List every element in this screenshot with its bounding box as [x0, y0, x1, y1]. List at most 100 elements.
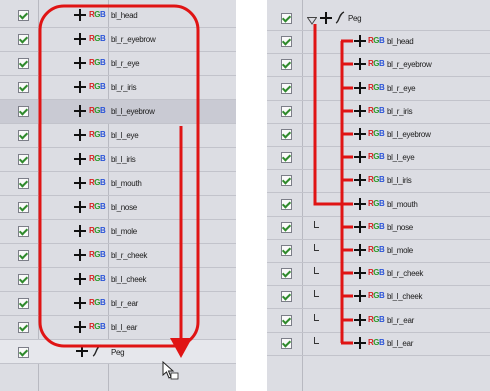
layer-enable-checkbox[interactable]: [18, 106, 29, 117]
layer-row[interactable]: RGB bl_l_cheek: [0, 268, 236, 292]
layer-row[interactable]: RGB bl_head: [0, 4, 236, 28]
plus-icon[interactable]: [74, 81, 86, 93]
plus-icon[interactable]: [76, 345, 88, 357]
layer-row[interactable]: RGB bl_mole: [267, 239, 490, 263]
plus-icon[interactable]: [74, 153, 86, 165]
plus-icon[interactable]: [74, 321, 86, 333]
plus-icon[interactable]: [354, 244, 366, 256]
plus-icon[interactable]: [74, 249, 86, 261]
layer-row[interactable]: RGB bl_l_cheek: [267, 285, 490, 309]
plus-icon[interactable]: [74, 297, 86, 309]
plus-icon[interactable]: [74, 129, 86, 141]
plus-icon[interactable]: [74, 273, 86, 285]
layer-enable-checkbox[interactable]: [18, 226, 29, 237]
layer-enable-checkbox[interactable]: [18, 274, 29, 285]
rgb-drawing-icon: RGB: [368, 315, 385, 324]
layer-row[interactable]: RGB bl_l_eye: [0, 124, 236, 148]
layer-enable-checkbox[interactable]: [18, 298, 29, 309]
plus-icon[interactable]: [74, 225, 86, 237]
layer-row[interactable]: RGB bl_r_iris: [267, 100, 490, 124]
layer-enable-checkbox[interactable]: [18, 178, 29, 189]
layer-enable-checkbox[interactable]: [18, 34, 29, 45]
layer-enable-checkbox[interactable]: [281, 245, 292, 256]
rgb-drawing-icon: RGB: [89, 130, 106, 139]
plus-icon[interactable]: [354, 174, 366, 186]
plus-icon[interactable]: [354, 105, 366, 117]
peg-row[interactable]: Peg: [267, 7, 490, 31]
layer-enable-checkbox[interactable]: [18, 154, 29, 165]
layer-enable-checkbox[interactable]: [18, 322, 29, 333]
layer-enable-checkbox[interactable]: [18, 82, 29, 93]
layer-row[interactable]: RGB bl_r_eye: [267, 77, 490, 101]
layer-enable-checkbox[interactable]: [281, 129, 292, 140]
plus-icon[interactable]: [74, 9, 86, 21]
rgb-drawing-icon: RGB: [89, 250, 106, 259]
layer-row[interactable]: RGB bl_head: [267, 30, 490, 54]
plus-icon[interactable]: [74, 201, 86, 213]
plus-icon[interactable]: [354, 290, 366, 302]
plus-icon[interactable]: [354, 267, 366, 279]
layer-row[interactable]: RGB bl_l_iris: [267, 169, 490, 193]
layer-row[interactable]: RGB bl_mouth: [0, 172, 236, 196]
plus-icon[interactable]: [354, 221, 366, 233]
plus-icon[interactable]: [354, 151, 366, 163]
layer-row[interactable]: RGB bl_r_cheek: [0, 244, 236, 268]
layer-row[interactable]: RGB bl_nose: [0, 196, 236, 220]
layer-row[interactable]: RGB bl_r_cheek: [267, 262, 490, 286]
layer-enable-checkbox[interactable]: [18, 347, 29, 358]
plus-icon[interactable]: [74, 33, 86, 45]
plus-icon[interactable]: [354, 198, 366, 210]
plus-icon[interactable]: [74, 105, 86, 117]
layer-enable-checkbox[interactable]: [281, 199, 292, 210]
layer-enable-checkbox[interactable]: [281, 291, 292, 302]
layer-enable-checkbox[interactable]: [18, 250, 29, 261]
layer-row[interactable]: RGB bl_r_ear: [267, 309, 490, 333]
layer-row[interactable]: RGB bl_l_iris: [0, 148, 236, 172]
layer-name: bl_nose: [387, 223, 413, 232]
layer-enable-checkbox[interactable]: [281, 36, 292, 47]
layer-enable-checkbox[interactable]: [281, 222, 292, 233]
layer-enable-checkbox[interactable]: [18, 10, 29, 21]
plus-icon[interactable]: [74, 177, 86, 189]
layer-row[interactable]: RGB bl_mole: [0, 220, 236, 244]
layer-row[interactable]: RGB bl_r_eyebrow: [267, 53, 490, 77]
layer-row[interactable]: RGB bl_l_eye: [267, 146, 490, 170]
rgb-drawing-icon: RGB: [368, 106, 385, 115]
layer-row[interactable]: RGB bl_r_eyebrow: [0, 28, 236, 52]
layer-row[interactable]: RGB bl_l_eyebrow: [267, 123, 490, 147]
layer-enable-checkbox[interactable]: [281, 83, 292, 94]
layer-row[interactable]: RGB bl_r_eye: [0, 52, 236, 76]
layer-enable-checkbox[interactable]: [281, 175, 292, 186]
layer-row[interactable]: RGB bl_l_ear: [267, 332, 490, 356]
plus-icon[interactable]: [354, 337, 366, 349]
plus-icon[interactable]: [74, 57, 86, 69]
plus-icon[interactable]: [354, 58, 366, 70]
layer-enable-checkbox[interactable]: [281, 106, 292, 117]
layer-enable-checkbox[interactable]: [18, 202, 29, 213]
rgb-drawing-icon: RGB: [368, 129, 385, 138]
peg-icon: [91, 344, 103, 357]
layer-enable-checkbox[interactable]: [18, 130, 29, 141]
plus-icon[interactable]: [354, 314, 366, 326]
layer-enable-checkbox[interactable]: [281, 59, 292, 70]
layer-enable-checkbox[interactable]: [281, 152, 292, 163]
layer-enable-checkbox[interactable]: [281, 338, 292, 349]
plus-icon[interactable]: [354, 82, 366, 94]
layer-enable-checkbox[interactable]: [281, 13, 292, 24]
plus-icon[interactable]: [354, 128, 366, 140]
layer-row[interactable]: RGB bl_r_iris: [0, 76, 236, 100]
layer-enable-checkbox[interactable]: [18, 58, 29, 69]
layer-enable-checkbox[interactable]: [281, 315, 292, 326]
layer-enable-checkbox[interactable]: [281, 268, 292, 279]
rgb-drawing-icon: RGB: [89, 202, 106, 211]
collapse-arrow-icon[interactable]: [306, 12, 318, 30]
layer-row[interactable]: RGB bl_l_ear: [0, 316, 236, 340]
layer-row[interactable]: RGB bl_nose: [267, 216, 490, 240]
lock-mark-icon: [314, 267, 319, 274]
plus-icon[interactable]: [320, 12, 332, 24]
layer-row[interactable]: RGB bl_mouth: [267, 193, 490, 217]
layer-row[interactable]: RGB bl_l_eyebrow: [0, 100, 236, 124]
peg-row[interactable]: Peg: [0, 340, 236, 364]
plus-icon[interactable]: [354, 35, 366, 47]
layer-row[interactable]: RGB bl_r_ear: [0, 292, 236, 316]
